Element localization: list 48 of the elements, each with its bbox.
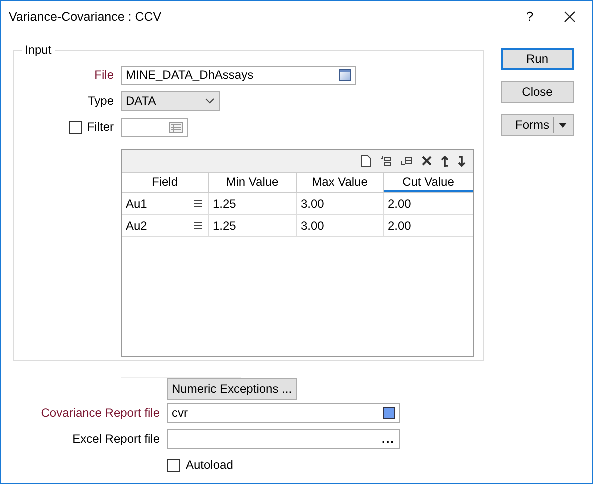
filter-label: Filter: [87, 120, 114, 134]
file-field[interactable]: MINE_DATA_DhAssays: [121, 66, 356, 84]
column-header[interactable]: Field: [122, 173, 209, 192]
covariance-report-label: Covariance Report file: [40, 406, 160, 420]
move-up-icon[interactable]: [441, 156, 449, 166]
new-document-icon[interactable]: [361, 155, 371, 167]
type-dropdown[interactable]: DATA: [121, 91, 220, 111]
column-header[interactable]: Cut Value: [384, 173, 473, 192]
table-cell[interactable]: 2.00: [384, 193, 473, 214]
autoload-checkbox[interactable]: [167, 458, 180, 472]
group-title: Input: [22, 43, 55, 57]
table-cell[interactable]: 3.00: [297, 193, 384, 214]
column-header[interactable]: Max Value: [297, 173, 384, 192]
dialog-button[interactable]: Run: [501, 48, 574, 70]
caret-icon: [559, 122, 567, 128]
numeric-exceptions-button[interactable]: Numeric Exceptions ...: [167, 378, 298, 400]
dialog-button[interactable]: Close: [501, 81, 574, 103]
browse-icon[interactable]: [339, 69, 351, 81]
table-cell[interactable]: 1.25: [209, 215, 297, 236]
excel-report-field[interactable]: ...: [167, 429, 400, 449]
move-down-icon[interactable]: [458, 156, 466, 166]
insert-row-icon[interactable]: [380, 155, 392, 167]
delete-icon[interactable]: [422, 156, 432, 166]
table-cell[interactable]: 2.00: [384, 215, 473, 236]
window-title: Variance-Covariance : CCV: [9, 10, 162, 24]
help-button[interactable]: ?: [523, 9, 537, 24]
forms-button[interactable]: Forms: [501, 114, 574, 136]
list-icon: [194, 222, 202, 230]
list-icon: [194, 200, 202, 208]
type-label: Type: [86, 94, 114, 108]
close-button[interactable]: [563, 10, 577, 22]
covariance-report-field[interactable]: cvr: [167, 403, 400, 423]
table-cell[interactable]: Au1: [122, 193, 209, 214]
append-row-icon[interactable]: [401, 155, 413, 167]
close-icon: [564, 10, 576, 22]
filter-checkbox[interactable]: [69, 120, 82, 134]
square-icon[interactable]: [383, 407, 395, 419]
file-label: File: [94, 68, 114, 82]
column-header[interactable]: Min Value: [209, 173, 297, 192]
browse-button[interactable]: ...: [382, 432, 395, 446]
table-cell[interactable]: Au2: [122, 215, 209, 236]
autoload-label: Autoload: [186, 458, 234, 472]
table-cell[interactable]: 3.00: [297, 215, 384, 236]
chevron-down-icon: [205, 98, 215, 104]
excel-report-label: Excel Report file: [72, 432, 160, 446]
table-cell[interactable]: 1.25: [209, 193, 297, 214]
list-icon: [169, 122, 183, 132]
filter-field[interactable]: [121, 118, 188, 136]
